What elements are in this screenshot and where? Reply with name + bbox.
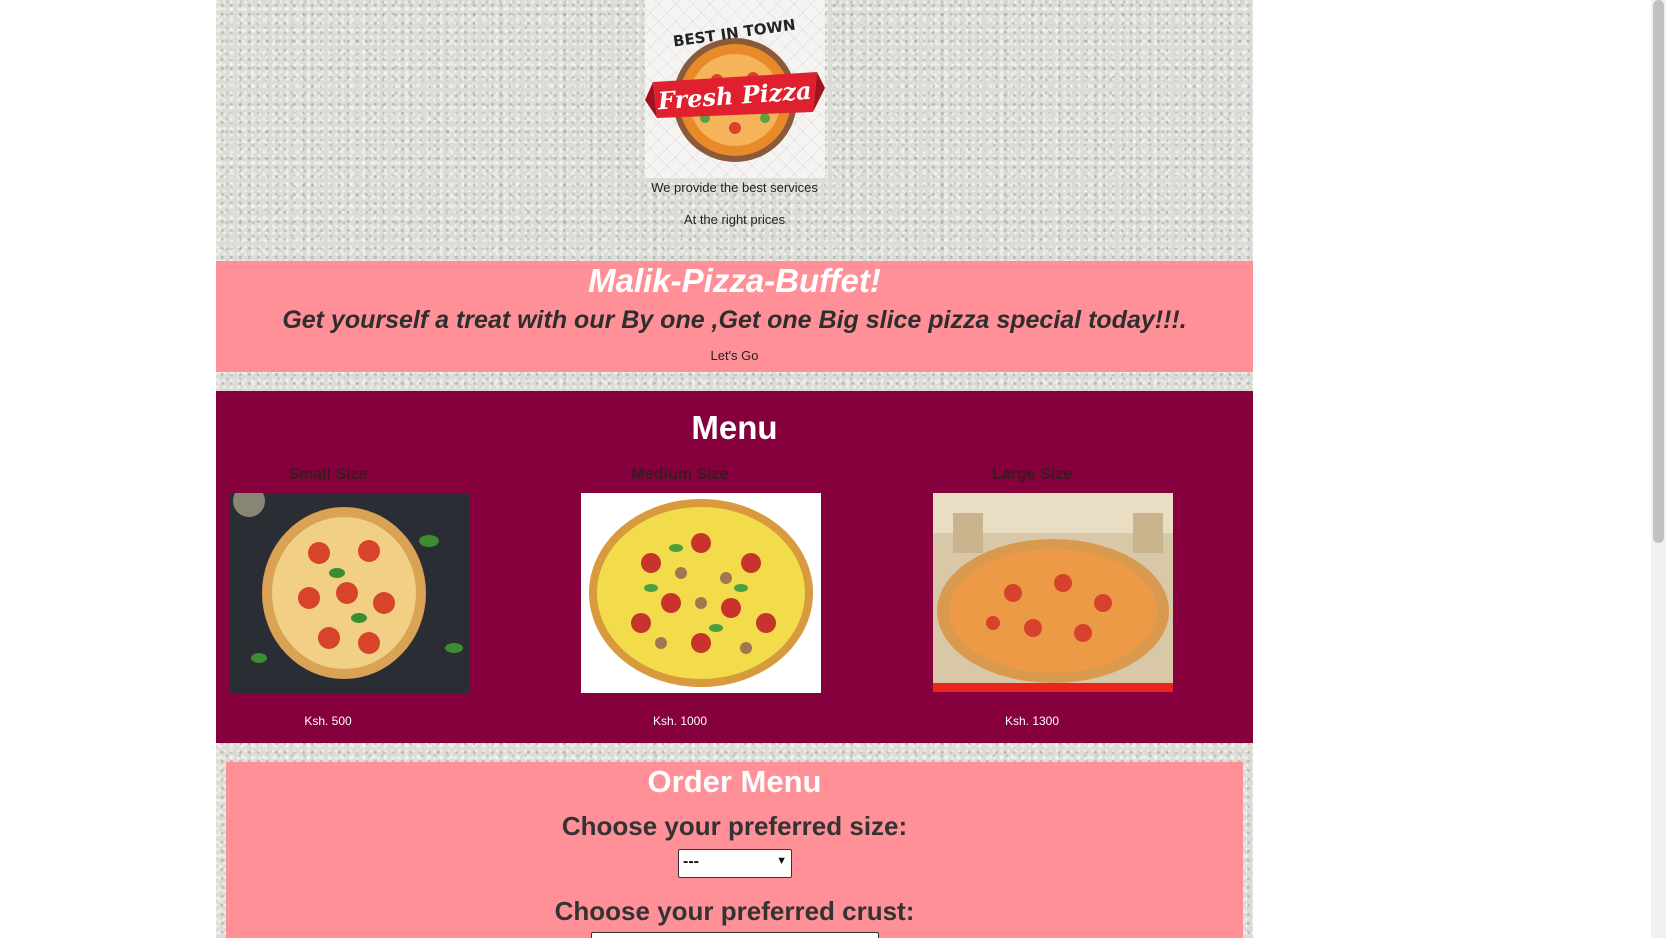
size-label-small: Small Size <box>288 466 368 483</box>
tagline-services: We provide the best services <box>651 180 818 195</box>
size-label-large: Large Size <box>991 466 1073 483</box>
price-large: Ksh. 1300 <box>1004 714 1060 728</box>
small-pizza-image <box>229 493 469 693</box>
menu-section: Menu Small Size Ksh. 500 Medium Size Ksh… <box>216 391 1253 743</box>
hero-banner: Malik-Pizza-Buffet! Get yourself a treat… <box>216 261 1253 372</box>
medium-pizza-image <box>581 493 821 693</box>
scrollbar-thumb[interactable] <box>1653 0 1664 543</box>
large-pizza-image <box>933 493 1173 692</box>
hero-subtitle: Get yourself a treat with our By one ,Ge… <box>282 306 1187 334</box>
size-select[interactable]: --- ▼ <box>678 849 792 878</box>
price-small: Ksh. 500 <box>304 714 352 728</box>
size-label-medium: Medium Size <box>631 466 729 483</box>
size-question: Choose your preferred size: <box>561 811 908 841</box>
crust-question: Choose your preferred crust: <box>554 896 915 926</box>
chevron-down-icon: ▼ <box>776 855 787 867</box>
crust-select[interactable] <box>591 932 879 938</box>
menu-title: Menu <box>691 409 778 446</box>
page-scrollbar[interactable] <box>1651 0 1666 938</box>
size-select-value: --- <box>683 853 699 870</box>
page: BEST IN TOWN Fresh Pizza We provide the … <box>0 0 1666 938</box>
main-container: BEST IN TOWN Fresh Pizza We provide the … <box>216 0 1253 938</box>
tagline-prices: At the right prices <box>683 212 786 227</box>
order-section: Order Menu Choose your preferred size: -… <box>226 762 1243 938</box>
lets-go-button[interactable]: Let's Go <box>216 348 1253 363</box>
hero-title: Malik-Pizza-Buffet! <box>588 262 881 299</box>
price-medium: Ksh. 1000 <box>652 714 708 728</box>
order-title: Order Menu <box>647 764 822 799</box>
fresh-pizza-logo: BEST IN TOWN Fresh Pizza <box>645 0 825 178</box>
